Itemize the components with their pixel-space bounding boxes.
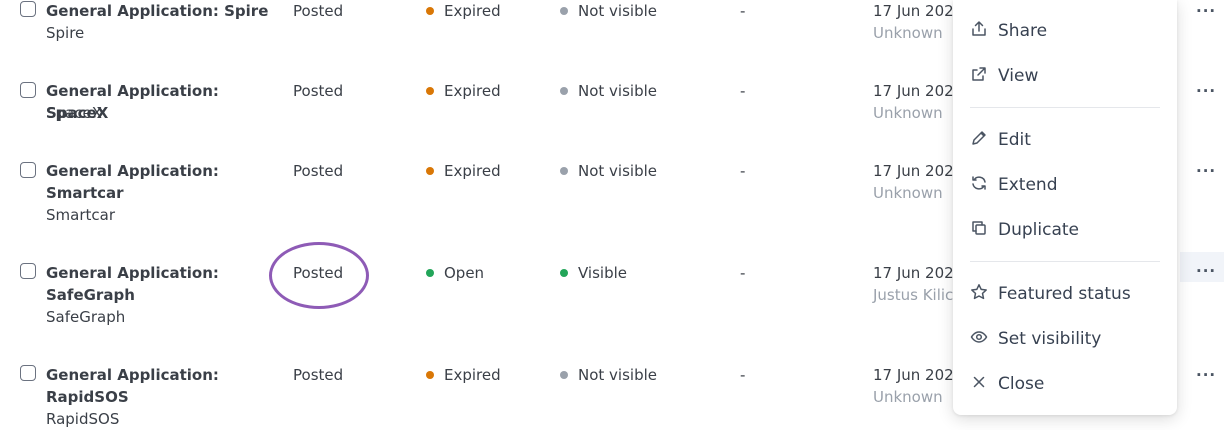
- star-icon: [971, 284, 987, 300]
- owner-text: Justus Kilic: [873, 286, 954, 304]
- copy-icon: [972, 221, 986, 235]
- company-name: Smartcar: [46, 206, 115, 224]
- date-text: 17 Jun 202: [873, 82, 954, 100]
- more-options-icon[interactable]: ···: [1196, 260, 1216, 282]
- menu-item-view[interactable]: View: [953, 58, 1177, 94]
- menu-item-close[interactable]: Close: [953, 366, 1177, 402]
- status-text: Expired: [426, 364, 501, 386]
- empty-cell: -: [740, 162, 746, 180]
- visibility-text: Visible: [560, 262, 627, 284]
- not-visible-dot-icon: [560, 87, 568, 95]
- row-checkbox[interactable]: [20, 162, 36, 178]
- owner-text: Unknown: [873, 388, 943, 406]
- status-text: Expired: [426, 0, 501, 22]
- expired-dot-icon: [426, 371, 434, 379]
- visibility-text: Not visible: [560, 160, 657, 182]
- not-visible-dot-icon: [560, 7, 568, 15]
- expired-dot-icon: [426, 87, 434, 95]
- more-options-icon[interactable]: ···: [1196, 0, 1216, 22]
- company-name: SafeGraph: [46, 308, 126, 326]
- expired-dot-icon: [426, 7, 434, 15]
- open-dot-icon: [426, 269, 434, 277]
- menu-item-featured-status[interactable]: Featured status: [953, 276, 1177, 312]
- share-icon: [972, 21, 986, 36]
- context-menu: Share View Edit Extend Duplicate Feature…: [953, 0, 1177, 415]
- company-name: SpaceX: [46, 104, 102, 122]
- not-visible-dot-icon: [560, 371, 568, 379]
- pencil-icon: [972, 131, 986, 145]
- company-name: RapidSOS: [46, 410, 120, 428]
- menu-item-extend[interactable]: Extend: [953, 167, 1177, 203]
- status-text: Expired: [426, 160, 501, 182]
- visibility-text: Not visible: [560, 80, 657, 102]
- not-visible-dot-icon: [560, 167, 568, 175]
- job-title[interactable]: General Application: RapidSOS: [46, 364, 221, 408]
- visibility-text: Not visible: [560, 0, 657, 22]
- empty-cell: -: [740, 82, 746, 100]
- menu-item-set-visibility[interactable]: Set visibility: [953, 321, 1177, 357]
- stage-text: Posted: [293, 82, 344, 100]
- job-title[interactable]: General Application: Smartcar: [46, 160, 221, 204]
- more-options-icon[interactable]: ···: [1196, 80, 1216, 102]
- menu-item-share[interactable]: Share: [953, 13, 1177, 49]
- row-checkbox[interactable]: [20, 82, 36, 98]
- row-checkbox[interactable]: [20, 365, 36, 381]
- stage-text: Posted: [293, 162, 344, 180]
- menu-divider: [970, 107, 1160, 108]
- annotation-circle: [269, 242, 369, 309]
- eye-icon: [970, 331, 988, 343]
- company-name: Spire: [46, 24, 85, 42]
- owner-text: Unknown: [873, 24, 943, 42]
- job-title[interactable]: General Application: Spire: [46, 0, 276, 22]
- row-checkbox[interactable]: [20, 263, 36, 279]
- stage-text: Posted: [293, 366, 344, 384]
- job-title[interactable]: General Application: SafeGraph: [46, 262, 221, 306]
- close-icon: [973, 376, 985, 388]
- date-text: 17 Jun 202: [873, 2, 954, 20]
- empty-cell: -: [740, 366, 746, 384]
- date-text: 17 Jun 202: [873, 264, 954, 282]
- visibility-text: Not visible: [560, 364, 657, 386]
- refresh-icon: [972, 176, 986, 190]
- date-text: 17 Jun 202: [873, 162, 954, 180]
- row-checkbox[interactable]: [20, 1, 36, 17]
- stage-text: Posted: [293, 2, 344, 20]
- more-options-icon[interactable]: ···: [1196, 364, 1216, 386]
- menu-item-duplicate[interactable]: Duplicate: [953, 212, 1177, 248]
- status-text: Open: [426, 262, 484, 284]
- empty-cell: -: [740, 264, 746, 282]
- visible-dot-icon: [560, 269, 568, 277]
- date-text: 17 Jun 202: [873, 366, 954, 384]
- owner-text: Unknown: [873, 184, 943, 202]
- empty-cell: -: [740, 2, 746, 20]
- external-link-icon: [972, 67, 986, 81]
- more-options-icon[interactable]: ···: [1196, 160, 1216, 182]
- expired-dot-icon: [426, 167, 434, 175]
- status-text: Expired: [426, 80, 501, 102]
- menu-divider: [970, 261, 1160, 262]
- menu-item-edit[interactable]: Edit: [953, 122, 1177, 158]
- owner-text: Unknown: [873, 104, 943, 122]
